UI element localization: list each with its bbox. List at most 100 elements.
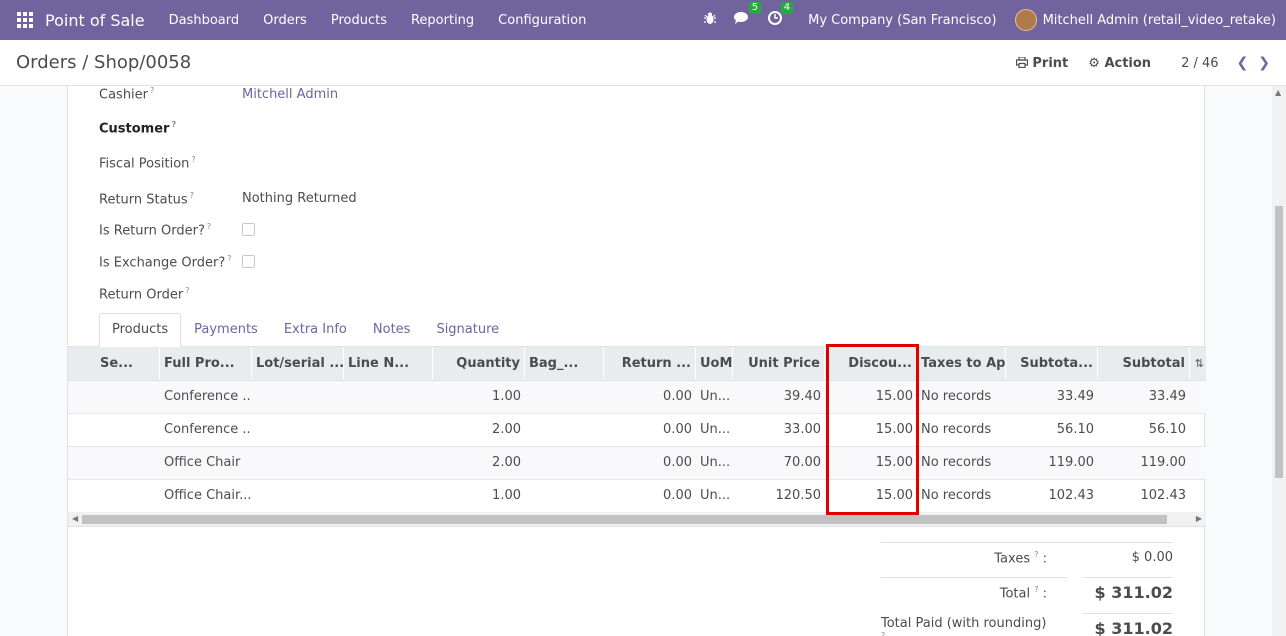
cashier-value[interactable]: Mitchell Admin: [242, 87, 338, 102]
table-body: Conference ... 1.00 0.00 Un... 39.40 15.…: [68, 381, 1206, 513]
col-line-note[interactable]: Line N...: [344, 347, 433, 380]
gear-icon: ⚙: [1088, 55, 1100, 71]
menu-products[interactable]: Products: [319, 13, 399, 28]
menu-configuration[interactable]: Configuration: [486, 13, 598, 28]
cell-return: 0.00: [663, 455, 692, 470]
col-sequence[interactable]: Se...: [68, 347, 160, 380]
scrollbar-thumb[interactable]: [1275, 206, 1283, 478]
page-vertical-scrollbar[interactable]: ▲: [1272, 86, 1286, 636]
cell-quantity: 2.00: [492, 422, 521, 437]
scrollbar-thumb[interactable]: [82, 515, 1167, 524]
cell-sequence: [68, 381, 160, 413]
apps-menu-icon[interactable]: [17, 12, 33, 28]
order-lines-table: Se... Full Pro... Lot/serial ... Line N.…: [68, 347, 1206, 513]
table-row[interactable]: Office Chair... 1.00 0.00 Un... 120.50 1…: [68, 480, 1206, 513]
tab-extra-info[interactable]: Extra Info: [271, 313, 360, 347]
fiscal-position-label: Fiscal Position?: [99, 155, 196, 172]
cell-subtotal: 33.49: [1148, 389, 1186, 404]
return-status-label: Return Status?: [99, 191, 194, 208]
cell-subtotal-excl: 56.10: [1056, 422, 1094, 437]
cell-uom: Un...: [700, 389, 731, 404]
col-subtotal-excl[interactable]: Subtota...: [1006, 347, 1098, 380]
cell-lot: [252, 447, 344, 479]
cell-return: 0.00: [663, 422, 692, 437]
col-bag[interactable]: Bag_...: [525, 347, 604, 380]
table-row[interactable]: Office Chair 2.00 0.00 Un... 70.00 15.00…: [68, 447, 1206, 480]
form-view: Cashier? Mitchell Admin Customer? Fiscal…: [0, 86, 1286, 636]
pager-next-icon[interactable]: ❯: [1258, 55, 1270, 71]
table-horizontal-scrollbar[interactable]: ◀ ▶: [68, 512, 1206, 526]
tab-products[interactable]: Products: [99, 313, 182, 347]
cell-quantity: 1.00: [492, 389, 521, 404]
col-unit-price[interactable]: Unit Price: [733, 347, 825, 380]
tab-payments[interactable]: Payments: [181, 313, 271, 347]
table-row[interactable]: Conference ... 2.00 0.00 Un... 33.00 15.…: [68, 414, 1206, 447]
pager-value[interactable]: 2 / 46: [1181, 56, 1218, 71]
notebook-tabs: Products Payments Extra Info Notes Signa…: [99, 313, 512, 347]
company-switcher[interactable]: My Company (San Francisco): [808, 13, 996, 28]
cell-lot: [252, 414, 344, 446]
print-icon: [1015, 55, 1028, 68]
col-quantity[interactable]: Quantity: [433, 347, 525, 380]
cell-subtotal: 102.43: [1140, 488, 1187, 503]
cell-taxes: No records: [921, 455, 992, 470]
scroll-right-icon[interactable]: ▶: [1196, 512, 1202, 526]
cell-note: [344, 414, 433, 446]
cell-taxes: No records: [921, 488, 992, 503]
table-header: Se... Full Pro... Lot/serial ... Line N.…: [68, 347, 1206, 381]
table-row[interactable]: Conference ... 1.00 0.00 Un... 39.40 15.…: [68, 381, 1206, 414]
user-avatar[interactable]: [1014, 9, 1037, 31]
cell-note: [344, 480, 433, 512]
scroll-up-icon[interactable]: ▲: [1275, 88, 1281, 97]
col-full-product[interactable]: Full Pro...: [160, 347, 252, 380]
control-panel: Orders / Shop/0058 Print ⚙ Action 2 / 46…: [0, 40, 1286, 86]
total-value: $ 311.02: [1094, 583, 1173, 602]
col-lot-serial[interactable]: Lot/serial ...: [252, 347, 344, 380]
scroll-left-icon[interactable]: ◀: [72, 512, 78, 526]
print-button[interactable]: Print: [1015, 55, 1068, 71]
top-navbar: Point of Sale Dashboard Orders Products …: [0, 0, 1286, 40]
col-discount[interactable]: Discou...: [825, 347, 917, 380]
main-menu: Dashboard Orders Products Reporting Conf…: [157, 13, 599, 28]
app-brand[interactable]: Point of Sale: [45, 11, 145, 30]
is-return-order-label: Is Return Order??: [99, 222, 212, 239]
is-return-order-checkbox[interactable]: [242, 223, 255, 236]
cell-note: [344, 447, 433, 479]
breadcrumb[interactable]: Orders / Shop/0058: [16, 52, 191, 73]
col-uom[interactable]: UoM: [696, 347, 733, 380]
totals-divider: [1082, 613, 1173, 614]
action-button[interactable]: ⚙ Action: [1088, 56, 1151, 71]
cell-taxes: No records: [921, 389, 992, 404]
cell-subtotal-excl: 33.49: [1056, 389, 1094, 404]
debug-bug-icon[interactable]: [704, 12, 717, 29]
tab-signature[interactable]: Signature: [423, 313, 512, 347]
divider: [68, 526, 1206, 527]
messages-icon[interactable]: 5: [734, 2, 762, 29]
action-label: Action: [1104, 55, 1152, 71]
column-options-icon[interactable]: ⇅: [1195, 357, 1204, 370]
col-taxes[interactable]: Taxes to Ap...: [917, 347, 1006, 380]
totals-divider: [881, 577, 1067, 578]
totals-divider: [881, 542, 1173, 543]
return-status-value: Nothing Returned: [242, 191, 357, 206]
menu-dashboard[interactable]: Dashboard: [157, 13, 252, 28]
is-exchange-order-label: Is Exchange Order??: [99, 254, 232, 271]
pager-previous-icon[interactable]: ❮: [1237, 55, 1249, 71]
activities-clock-icon[interactable]: 4: [768, 2, 794, 29]
cell-product: Conference ...: [164, 422, 252, 437]
totals-divider: [1082, 577, 1173, 578]
col-subtotal[interactable]: Subtotal: [1098, 347, 1190, 380]
menu-reporting[interactable]: Reporting: [399, 13, 486, 28]
cell-lot: [252, 381, 344, 413]
cell-unit-price: 39.40: [783, 389, 821, 404]
user-menu[interactable]: Mitchell Admin (retail_video_retake): [1043, 13, 1276, 28]
cell-bag: [525, 414, 604, 446]
cell-note: [344, 381, 433, 413]
cell-discount: 15.00: [875, 455, 913, 470]
is-exchange-order-checkbox[interactable]: [242, 255, 255, 268]
cell-sequence: [68, 480, 160, 512]
menu-orders[interactable]: Orders: [251, 13, 319, 28]
col-return[interactable]: Return ...: [604, 347, 696, 380]
tab-notes[interactable]: Notes: [360, 313, 424, 347]
cell-return: 0.00: [663, 488, 692, 503]
